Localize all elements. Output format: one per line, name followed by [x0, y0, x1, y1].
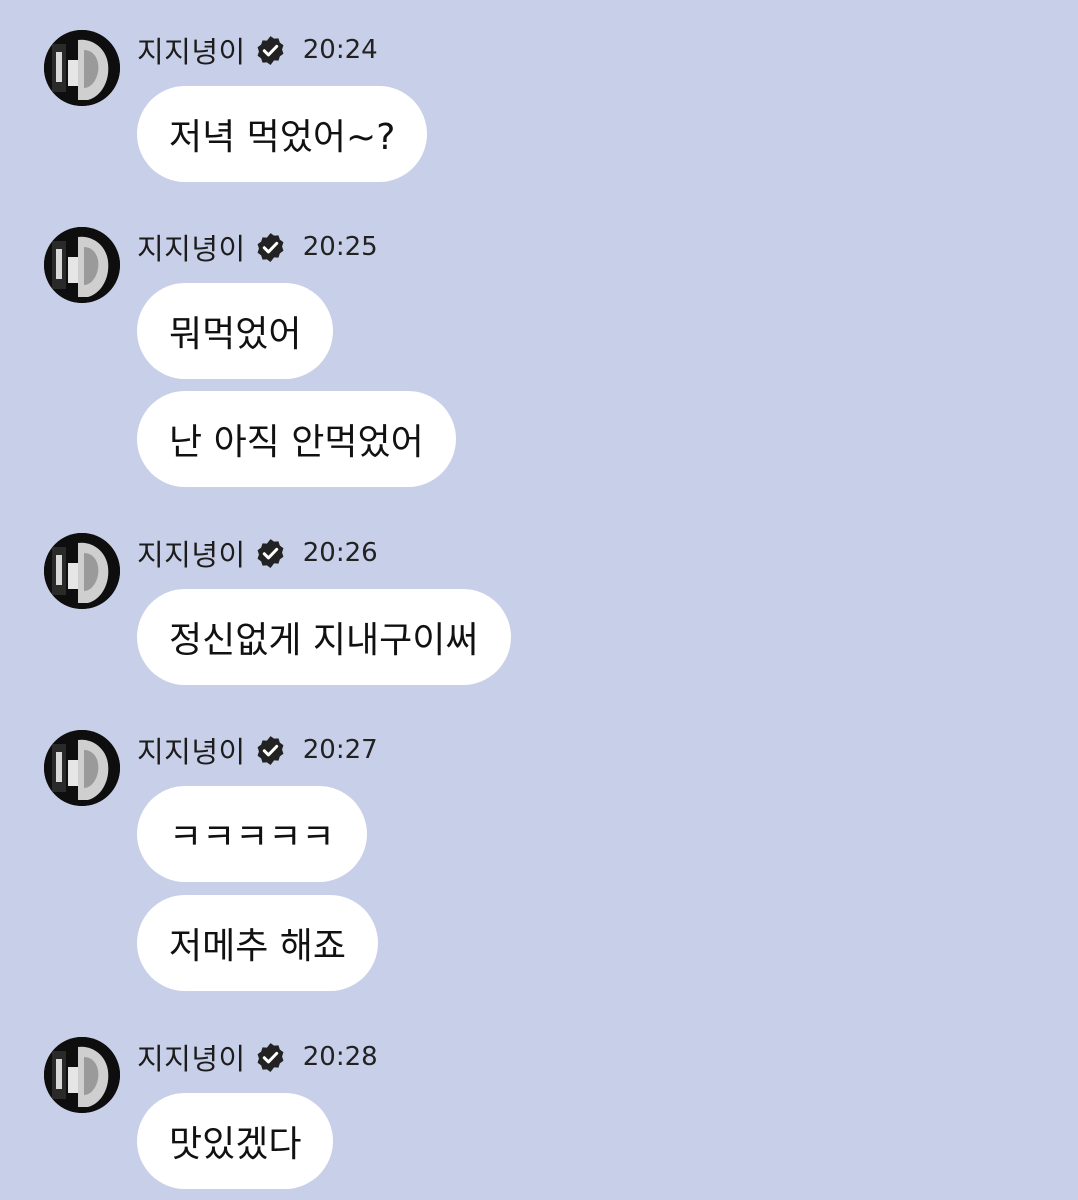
message-bubble[interactable]: ㅋㅋㅋㅋㅋ	[137, 786, 367, 882]
verified-badge-icon	[254, 1041, 287, 1074]
message-header: 지지녕이 20:24	[137, 30, 378, 70]
message-header: 지지녕이 20:28	[137, 1037, 378, 1077]
message-bubble[interactable]: 정신없게 지내구이써	[137, 589, 511, 685]
avatar[interactable]	[44, 1037, 120, 1113]
message-time: 20:27	[302, 735, 378, 765]
message-bubble[interactable]: 저메추 해죠	[137, 895, 379, 991]
message-bubble[interactable]: 뭐먹었어	[137, 283, 334, 379]
avatar[interactable]	[44, 30, 120, 106]
avatar[interactable]	[44, 227, 120, 303]
message-header: 지지녕이 20:25	[137, 227, 378, 267]
avatar[interactable]	[44, 533, 120, 609]
message-bubble[interactable]: 난 아직 안먹었어	[137, 391, 456, 487]
sender-name[interactable]: 지지녕이	[137, 29, 246, 71]
verified-badge-icon	[254, 231, 287, 264]
sender-name[interactable]: 지지녕이	[137, 1036, 246, 1078]
sender-name[interactable]: 지지녕이	[137, 532, 246, 574]
message-time: 20:26	[302, 538, 378, 568]
message-header: 지지녕이 20:26	[137, 533, 378, 573]
verified-badge-icon	[254, 734, 287, 767]
message-time: 20:25	[302, 232, 378, 262]
message-bubble[interactable]: 맛있겠다	[137, 1093, 334, 1189]
message-time: 20:28	[302, 1042, 378, 1072]
message-bubble[interactable]: 저녁 먹었어~?	[137, 86, 428, 182]
sender-name[interactable]: 지지녕이	[137, 226, 246, 268]
message-time: 20:24	[302, 35, 378, 65]
message-header: 지지녕이 20:27	[137, 730, 378, 770]
chat-view: 지지녕이 20:24 저녁 먹었어~? 지지녕이 20:25 뭐먹었어 난 아직…	[0, 0, 1078, 1200]
sender-name[interactable]: 지지녕이	[137, 729, 246, 771]
verified-badge-icon	[254, 537, 287, 570]
verified-badge-icon	[254, 34, 287, 67]
avatar[interactable]	[44, 730, 120, 806]
